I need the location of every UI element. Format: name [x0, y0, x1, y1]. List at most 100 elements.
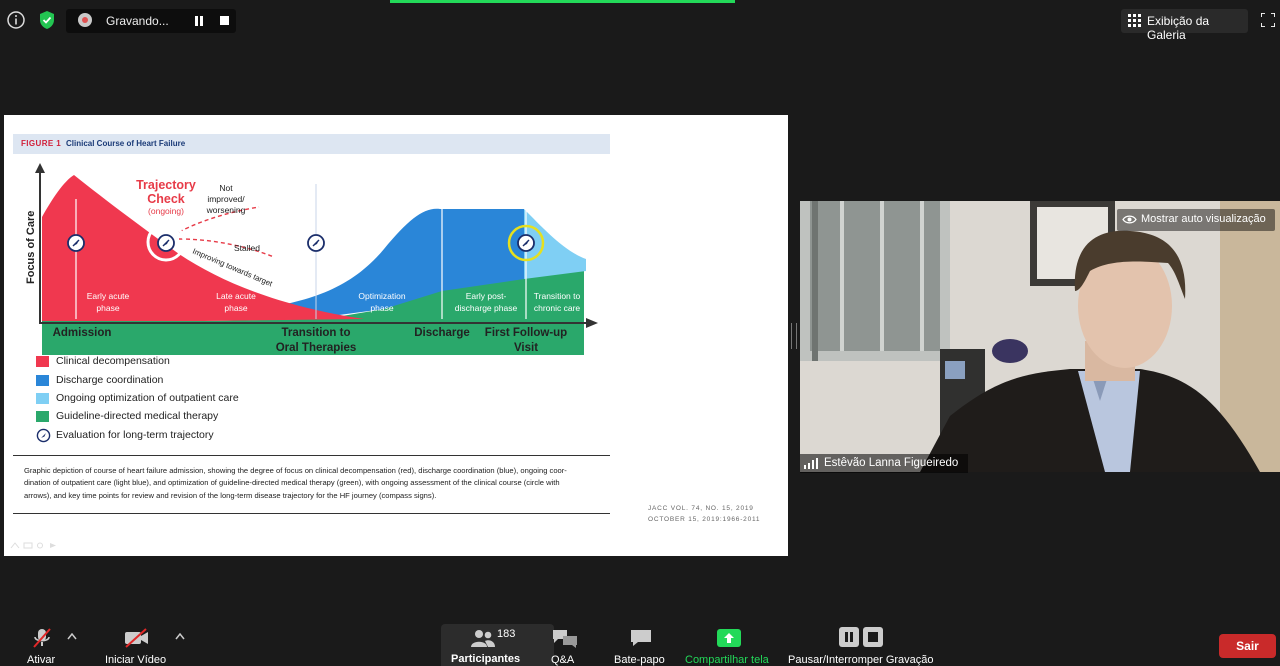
eye-icon — [1122, 215, 1137, 224]
phase-late-acute-1: Late acute — [216, 291, 256, 301]
qa-label: Q&A — [551, 654, 575, 666]
recording-label: Gravando... — [106, 14, 169, 28]
gallery-view-label: Exibição da Galeria — [1147, 14, 1210, 42]
participants-count: 183 — [497, 628, 516, 640]
shield-icon[interactable] — [37, 10, 57, 30]
phase-early-post-2: discharge phase — [455, 303, 518, 313]
unmute-button[interactable]: Ativar — [22, 624, 62, 666]
participant-name-tag: Estêvão Lanna Figueiredo — [800, 454, 968, 473]
phase-optimization-2: phase — [370, 303, 393, 313]
signal-strength-icon — [804, 458, 818, 469]
trajectory-title-1: Trajectory — [136, 178, 196, 192]
start-video-button[interactable]: Iniciar Vídeo — [100, 624, 175, 666]
legend-label: Ongoing optimization of outpatient care — [56, 392, 239, 404]
figure-caption: Graphic depiction of course of heart fai… — [24, 465, 596, 502]
milestone-followup-1: First Follow-up — [485, 327, 567, 339]
citation-line: OCTOBER 15, 2019:1966-2011 — [648, 516, 761, 523]
chat-button[interactable]: Bate-papo — [610, 624, 672, 666]
show-self-view-button[interactable]: Mostrar auto visualização — [1117, 209, 1275, 231]
legend-item: Evaluation for long-term trajectory — [36, 428, 296, 445]
compass-icon — [67, 234, 85, 252]
legend-item: Clinical decompensation — [36, 355, 296, 371]
video-camera-muted-icon — [125, 628, 148, 648]
milestone-discharge: Discharge — [414, 327, 470, 339]
compass-icon — [517, 234, 535, 252]
legend-swatch — [36, 393, 49, 404]
phase-optimization-1: Optimization — [358, 291, 406, 301]
slide-controls-icon[interactable] — [10, 541, 60, 549]
not-improved-2: improved/ — [207, 194, 245, 204]
stop-recording-icon[interactable] — [220, 16, 229, 25]
caption-line: Graphic depiction of course of heart fai… — [24, 466, 567, 475]
legend-label: Discharge coordination — [56, 374, 164, 386]
share-screen-label: Compartilhar tela — [685, 654, 769, 666]
milestone-admission: Admission — [53, 327, 112, 339]
phase-early-acute-1: Early acute — [87, 291, 130, 301]
participant-name: Estêvão Lanna Figueiredo — [824, 457, 959, 469]
heart-failure-course-diagram: Focus of Care Trajectory Check (ongoing)… — [25, 163, 598, 355]
phase-early-acute-2: phase — [96, 303, 119, 313]
not-improved-3: worsening — [206, 205, 246, 215]
show-self-view-label: Mostrar auto visualização — [1141, 213, 1266, 225]
legend-label: Evaluation for long-term trajectory — [56, 429, 214, 441]
caption-bottom-rule — [13, 513, 610, 514]
legend-label: Clinical decompensation — [56, 355, 170, 367]
x-axis-arrow-icon — [586, 318, 598, 328]
trajectory-sub: (ongoing) — [148, 206, 184, 216]
chat-icon — [631, 630, 651, 646]
participants-label: Participantes — [451, 653, 521, 665]
leave-meeting-button[interactable]: Sair — [1219, 634, 1276, 658]
fullscreen-icon[interactable] — [1261, 13, 1275, 27]
share-screen-icon — [717, 629, 741, 647]
figure-header: FIGURE 1 Clinical Course of Heart Failur… — [13, 134, 610, 154]
milestone-followup-2: Visit — [514, 342, 538, 354]
compass-icon — [157, 234, 175, 252]
legend-item: Discharge coordination — [36, 374, 296, 390]
start-video-label: Iniciar Vídeo — [105, 654, 167, 666]
shared-screen-slide: FIGURE 1 Clinical Course of Heart Failur… — [4, 115, 788, 556]
legend-label: Guideline-directed medical therapy — [56, 410, 219, 422]
chevron-up-icon[interactable] — [175, 633, 185, 640]
caption-line: arrows), and key time points for review … — [24, 490, 437, 500]
view-splitter-handle[interactable] — [791, 323, 797, 349]
legend-item: Guideline-directed medical therapy — [36, 410, 296, 426]
recording-controls-label: Pausar/Interromper Gravação — [788, 654, 934, 666]
recording-dot-icon — [78, 13, 92, 27]
chat-label: Bate-papo — [614, 654, 665, 666]
chevron-up-icon[interactable] — [67, 633, 77, 640]
participant-video[interactable] — [800, 201, 1280, 472]
compass-icon — [307, 234, 325, 252]
info-icon[interactable] — [6, 10, 26, 30]
pause-stop-recording-icon — [839, 627, 883, 647]
milestone-transition-2: Oral Therapies — [276, 342, 357, 354]
legend-item: Ongoing optimization of outpatient care — [36, 392, 296, 408]
legend-swatch — [36, 356, 49, 367]
caption-line: dination of outpatient care (light blue)… — [24, 478, 560, 488]
not-improved-1: Not — [219, 183, 233, 193]
participants-icon — [471, 630, 495, 647]
grid-icon — [1128, 14, 1141, 27]
y-axis-label: Focus of Care — [25, 211, 37, 284]
participants-button[interactable]: 183 Participantes — [441, 624, 554, 666]
pause-recording-icon[interactable] — [194, 16, 204, 26]
journal-citation: JACC VOL. 74, NO. 15, 2019 OCTOBER 15, 2… — [648, 503, 760, 525]
legend-swatch — [36, 411, 49, 422]
phase-chronic-1: Transition to — [534, 291, 581, 301]
gallery-view-button[interactable]: Exibição da Galeria — [1121, 9, 1248, 42]
compass-icon — [36, 428, 51, 443]
recording-controls[interactable]: Pausar/Interromper Gravação — [786, 624, 936, 666]
legend-swatch — [36, 375, 49, 386]
stalled-label: Stalled — [234, 243, 260, 253]
qa-button[interactable]: Q&A — [545, 624, 585, 666]
screen-share-indicator — [390, 0, 735, 3]
caption-top-rule — [13, 455, 610, 456]
share-screen-button[interactable]: Compartilhar tela — [683, 624, 775, 666]
milestone-transition-1: Transition to — [282, 327, 351, 339]
video-frame — [800, 201, 1280, 472]
qa-icon — [553, 630, 577, 648]
unmute-label: Ativar — [27, 654, 56, 666]
citation-line: JACC VOL. 74, NO. 15, 2019 — [648, 505, 754, 512]
phase-early-post-1: Early post- — [466, 291, 507, 301]
y-axis-arrow-icon — [35, 163, 45, 173]
phase-chronic-2: chronic care — [534, 303, 581, 313]
